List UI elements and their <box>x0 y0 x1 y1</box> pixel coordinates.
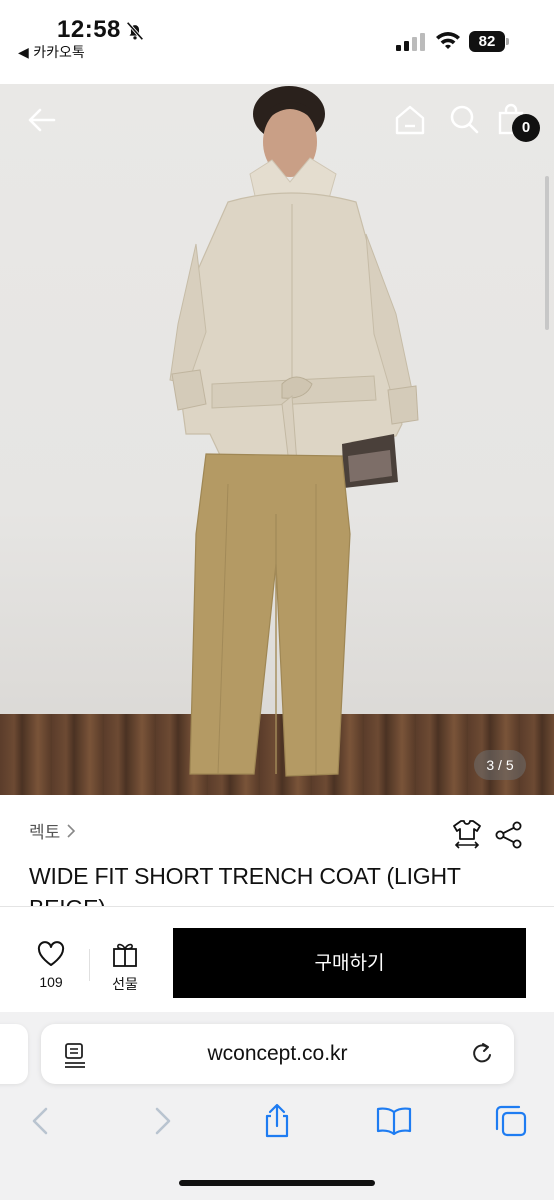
model-photo <box>169 86 419 777</box>
like-button[interactable]: 109 <box>32 941 70 990</box>
home-icon[interactable] <box>394 104 426 136</box>
brand-link[interactable]: 렉토 <box>29 818 76 843</box>
image-pager: 3 / 5 <box>474 750 526 780</box>
cart-count-badge[interactable]: 0 <box>512 114 540 142</box>
size-guide-icon[interactable] <box>451 818 483 850</box>
back-to-app-link[interactable]: ◀ 카카오톡 <box>18 42 85 62</box>
gift-icon <box>113 943 137 967</box>
previous-tab-preview[interactable] <box>0 1024 28 1084</box>
search-icon[interactable] <box>448 103 480 135</box>
chevron-right-icon <box>67 823 76 838</box>
action-divider <box>89 949 90 981</box>
url-text[interactable]: wconcept.co.kr <box>41 1024 514 1084</box>
bookmarks-icon[interactable] <box>376 1103 412 1139</box>
buy-button[interactable]: 구매하기 <box>173 928 526 998</box>
address-bar[interactable]: wconcept.co.kr <box>41 1024 514 1084</box>
browser-chrome: wconcept.co.kr <box>0 1012 554 1200</box>
share-icon[interactable] <box>494 820 524 850</box>
status-bar: 12:58 ◀ 카카오톡 82 <box>0 0 554 84</box>
bell-off-icon <box>126 21 144 41</box>
status-time: 12:58 <box>57 16 121 43</box>
reload-icon[interactable] <box>469 1041 495 1067</box>
purchase-action-bar: 109 선물 구매하기 <box>0 906 554 1012</box>
cellular-signal-icon <box>396 33 425 51</box>
battery-indicator: 82 <box>469 31 511 52</box>
browser-back-icon[interactable] <box>24 1103 60 1139</box>
browser-forward-icon[interactable] <box>143 1103 179 1139</box>
product-title: WIDE FIT SHORT TRENCH COAT (LIGHT BEIGE) <box>29 863 461 906</box>
wifi-icon <box>436 32 460 49</box>
home-indicator[interactable] <box>179 1180 375 1186</box>
product-image-gallery[interactable] <box>0 84 554 795</box>
like-count: 109 <box>39 974 63 990</box>
back-arrow-icon[interactable] <box>26 104 58 136</box>
gift-button[interactable]: 선물 <box>106 940 144 994</box>
share-sheet-icon[interactable] <box>259 1103 295 1139</box>
heart-icon <box>37 941 65 966</box>
brand-name: 렉토 <box>29 823 61 843</box>
battery-level: 82 <box>469 31 505 52</box>
scroll-indicator <box>545 176 549 330</box>
gift-label: 선물 <box>112 977 138 993</box>
tabs-icon[interactable] <box>493 1103 529 1139</box>
battery-tip <box>506 38 509 45</box>
